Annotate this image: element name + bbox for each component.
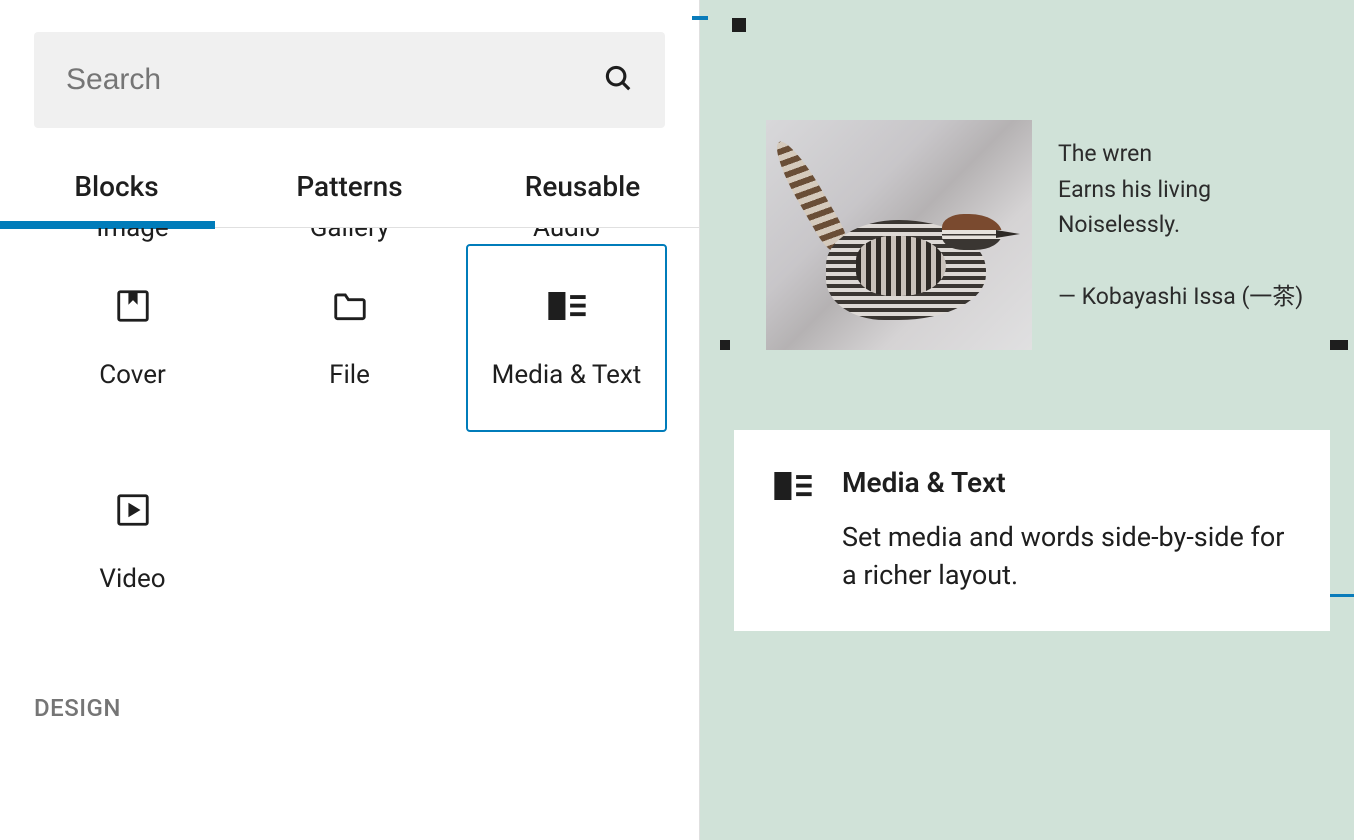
tab-reusable[interactable]: Reusable bbox=[466, 144, 699, 227]
block-label: Media & Text bbox=[492, 360, 642, 390]
poem-line: Earns his living bbox=[1058, 172, 1324, 208]
preview-panel: The wren Earns his living Noiselessly. —… bbox=[700, 0, 1354, 840]
media-text-icon bbox=[547, 286, 587, 326]
block-item-media-text[interactable]: Media & Text bbox=[466, 244, 667, 432]
selection-handle-icon[interactable] bbox=[692, 16, 708, 20]
video-icon bbox=[113, 490, 153, 530]
media-text-preview: The wren Earns his living Noiselessly. —… bbox=[766, 120, 1324, 350]
cover-icon bbox=[113, 286, 153, 326]
search-container bbox=[0, 0, 699, 144]
selection-handle-icon[interactable] bbox=[732, 18, 746, 32]
info-description: Set media and words side-by-side for a r… bbox=[842, 519, 1290, 595]
selection-handle-icon[interactable] bbox=[720, 340, 730, 350]
poem-attribution: — Kobayashi Issa (一茶) bbox=[1058, 279, 1324, 315]
block-item-file[interactable]: File bbox=[249, 244, 450, 432]
selection-handle-icon[interactable] bbox=[1330, 340, 1348, 350]
blocks-scroll-area[interactable]: Image Gallery Audio Cover bbox=[0, 228, 699, 840]
inserter-panel: Blocks Patterns Reusable Image Gallery A… bbox=[0, 0, 700, 840]
poem-line: Noiselessly. bbox=[1058, 207, 1324, 243]
search-icon bbox=[603, 63, 633, 97]
preview-text: The wren Earns his living Noiselessly. —… bbox=[1058, 120, 1324, 315]
search-input[interactable] bbox=[66, 63, 603, 97]
preview-image bbox=[766, 120, 1032, 350]
search-box[interactable] bbox=[34, 32, 665, 128]
poem-line: The wren bbox=[1058, 136, 1324, 172]
section-header-design: DESIGN bbox=[0, 644, 699, 742]
block-item-video[interactable]: Video bbox=[32, 448, 233, 636]
block-label: File bbox=[329, 360, 370, 390]
media-text-icon bbox=[774, 472, 812, 510]
file-icon bbox=[330, 286, 370, 326]
tabs: Blocks Patterns Reusable bbox=[0, 144, 699, 228]
block-label: Cover bbox=[99, 360, 166, 390]
selection-marker-icon bbox=[1330, 594, 1354, 597]
block-info-card: Media & Text Set media and words side-by… bbox=[734, 430, 1330, 631]
tab-patterns[interactable]: Patterns bbox=[233, 144, 466, 227]
block-label: Video bbox=[99, 564, 165, 594]
tab-blocks[interactable]: Blocks bbox=[0, 144, 233, 227]
info-content: Media & Text Set media and words side-by… bbox=[842, 466, 1290, 595]
info-title: Media & Text bbox=[842, 466, 1290, 499]
blocks-grid: Cover File bbox=[0, 236, 699, 644]
block-item-cover[interactable]: Cover bbox=[32, 244, 233, 432]
